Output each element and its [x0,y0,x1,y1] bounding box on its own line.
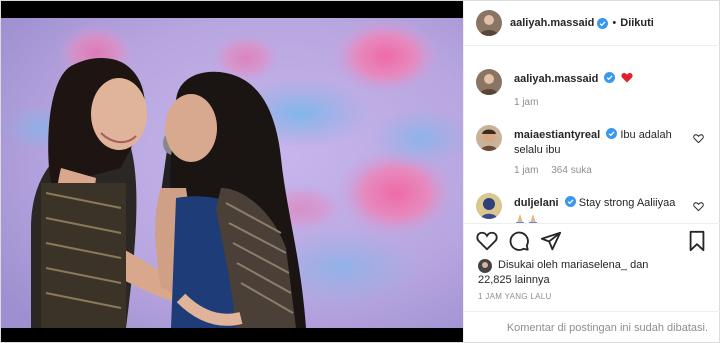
comments-limited-text: Komentar di postingan ini sudah dibatasi… [506,321,708,334]
avatar[interactable] [476,193,502,219]
heart-emoji [620,72,633,83]
post-side-panel: aaliyah.massaid • Diikuti aaliyah.massai… [463,1,720,342]
concert-photo-image [1,18,463,328]
post-photo[interactable] [1,1,463,342]
comment-text: Stay strong Aaliiyaa [578,197,676,209]
comment-time[interactable]: 1 jam [514,165,538,176]
comment-meta: 1 jam [514,97,548,108]
comment-body: maiaestiantyreal Ibu adalah selalu ibu [514,128,694,158]
instagram-post: aaliyah.massaid • Diikuti aaliyah.massai… [0,0,720,343]
likes-line-2[interactable]: 22,825 lainnya [478,273,708,288]
separator-dot: • [612,17,617,29]
post-time-ago[interactable]: 1 JAM YANG LALU [478,292,552,301]
post-actions-section: Disukai oleh mariaselena_ dan 22,825 lai… [464,223,720,342]
comment-time[interactable]: 1 jam [514,97,538,108]
likes-summary: Disukai oleh mariaselena_ dan 22,825 lai… [478,258,708,288]
verified-badge-icon [604,72,616,83]
avatar[interactable] [478,259,492,273]
action-bar [474,230,710,256]
share-icon[interactable] [540,230,562,252]
verified-badge-icon [564,196,576,207]
likes-line-1[interactable]: Disukai oleh mariaselena_ dan [478,258,708,273]
like-heart-icon[interactable] [476,230,498,252]
comment-likes[interactable]: 364 suka [551,165,592,176]
comment-body: aaliyah.massaid [514,72,694,87]
avatar[interactable] [476,125,502,151]
list-item: duljelani Stay strong Aaliiyaa [476,193,708,223]
like-comment-heart-icon[interactable] [693,133,704,144]
comments-list: aaliyah.massaid 1 jam maiaestiantyreal I… [464,47,720,223]
verified-badge-icon [606,128,618,139]
username-link[interactable]: aaliyah.massaid [510,17,594,29]
avatar[interactable] [476,10,502,36]
avatar[interactable] [476,69,502,95]
follow-status-button[interactable]: Diikuti [620,17,654,29]
comment-username[interactable]: aaliyah.massaid [514,73,598,85]
post-header: aaliyah.massaid • Diikuti [464,1,720,46]
list-item: aaliyah.massaid 1 jam [476,69,708,119]
list-item: maiaestiantyreal Ibu adalah selalu ibu 1… [476,125,708,181]
verified-badge-icon [597,17,609,29]
comment-username[interactable]: duljelani [514,197,559,209]
comments-limited-notice: Komentar di postingan ini sudah dibatasi… [464,311,720,343]
comment-icon[interactable] [508,230,530,252]
comment-username[interactable]: maiaestiantyreal [514,129,600,141]
praying-hands-emoji [514,213,694,223]
save-bookmark-icon[interactable] [686,230,708,252]
comment-meta: 1 jam 364 suka [514,165,602,176]
comment-body: duljelani Stay strong Aaliiyaa [514,196,694,223]
like-comment-heart-icon[interactable] [693,201,704,212]
